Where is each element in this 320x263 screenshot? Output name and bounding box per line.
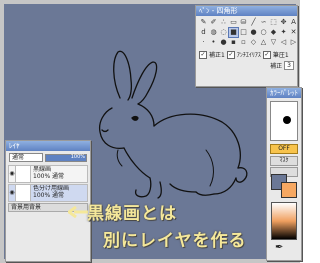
square-pen-tool-icon[interactable]: ■ [228,27,239,38]
eraser-tool-icon[interactable]: ▭ [229,18,238,27]
brush-dot-icon [283,116,291,124]
correction-row: 補正 3 [196,60,297,71]
move-tool-icon[interactable]: ✥ [279,18,288,27]
shape-1-icon[interactable]: ▪ [229,38,238,47]
size-1-icon[interactable]: · [199,38,208,47]
window-frame-left [0,0,4,263]
line-tool-icon[interactable]: ╱ [249,18,258,27]
circle-tool-icon[interactable]: ● [249,28,258,37]
dropper-tool-icon[interactable]: ⅾ [199,28,208,37]
option-3-checkbox[interactable]: ✓ [262,50,271,59]
annotation-line-1: 黒線画とは [87,204,177,224]
layer-panel-title[interactable]: ﾚｲﾔ [6,141,90,151]
mask-button[interactable]: ﾏｽｸ [270,156,298,166]
layer-info: 100% 通常 [33,173,65,180]
blend-mode-select[interactable]: 通常 [9,153,43,162]
tool-panel: ﾍﾟﾝ - 四角形 ✎ ✐ ∴ ▭ ⛁ ╱ ∽ ⬚ ✥ A ⅾ ◍ ◌ ■ □ … [195,5,298,87]
bucket-tool-icon[interactable]: ⛁ [239,18,248,27]
shape-5-icon[interactable]: ▽ [269,38,278,47]
shape-7-icon[interactable]: ▷ [289,38,298,47]
polygon-tool-icon[interactable]: ◆ [269,28,278,37]
layer-item-selected[interactable]: ◉ 色分け用線画 100% 通常 [8,184,88,202]
layer-name: 色分け用線画 [33,185,70,192]
layer-controls: 通常 100% [6,151,90,164]
layer-item[interactable]: ◉ 黒線画 100% 通常 [8,165,88,183]
curve-tool-icon[interactable]: ∽ [259,18,268,27]
eye-icon[interactable]: ◉ [9,185,16,201]
tool-grid: ✎ ✐ ∴ ▭ ⛁ ╱ ∽ ⬚ ✥ A ⅾ ◍ ◌ ■ □ ● ○ ◆ ✦ ✕ … [196,16,297,49]
ellipse-tool-icon[interactable]: ○ [259,28,268,37]
opacity-slider[interactable]: 100% [45,153,87,162]
eye-icon[interactable]: ◉ [9,166,16,182]
shape-6-icon[interactable]: ◁ [279,38,288,47]
tool-panel-title[interactable]: ﾍﾟﾝ - 四角形 [196,6,297,16]
blur-tool-icon[interactable]: ◌ [219,28,228,37]
size-2-icon[interactable]: • [209,38,218,47]
eyedropper-icon[interactable]: ✒ [275,242,283,253]
color-panel: ｶﾗｰﾊﾟﾚｯﾄ OFF ﾏｽｸ ✒ [266,87,302,261]
rect-tool-icon[interactable]: □ [239,28,248,37]
color-gradient-picker[interactable] [271,202,297,240]
layer-thumbnail [16,185,31,201]
brush-tool-icon[interactable]: ✐ [209,18,218,27]
correction-input[interactable]: 3 [284,61,294,70]
layer-panel: ﾚｲﾔ 通常 100% ◉ 黒線画 100% 通常 ◉ 色分け用線画 100% … [5,140,91,262]
background-color-swatch[interactable] [281,182,297,198]
option-2-label: ｱﾝﾁｴｲﾘｱｽ [236,52,261,59]
option-2-checkbox[interactable]: ✓ [226,50,235,59]
size-3-icon[interactable]: ● [219,38,228,47]
tool-options-row: ✓ 補正1 ✓ ｱﾝﾁｴｲﾘｱｽ ✓ 筆圧1 [196,49,297,60]
cross-tool-icon[interactable]: ✕ [289,28,298,37]
airbrush-tool-icon[interactable]: ∴ [219,18,228,27]
brush-preview [270,101,298,141]
select-tool-icon[interactable]: ⬚ [269,18,278,27]
window-frame-top [0,0,300,4]
option-3-label: 筆圧1 [272,52,289,59]
star-tool-icon[interactable]: ✦ [279,28,288,37]
shape-4-icon[interactable]: △ [259,38,268,47]
opacity-value: 100% [70,153,85,160]
shape-3-icon[interactable]: ◇ [249,38,258,47]
off-button[interactable]: OFF [270,144,298,154]
annotation-line-2: 別にレイヤを作る [103,231,247,251]
layer-info: 100% 通常 [33,192,65,199]
color-panel-title[interactable]: ｶﾗｰﾊﾟﾚｯﾄ [267,88,301,98]
text-tool-icon[interactable]: A [289,18,298,27]
shape-2-icon[interactable]: ▫ [239,38,248,47]
option-1-checkbox[interactable]: ✓ [199,50,207,59]
option-1-label: 補正1 [209,52,225,59]
layer-name: 黒線画 [33,166,52,173]
correction-label: 補正 [270,63,283,70]
pencil-tool-icon[interactable]: ✎ [199,18,208,27]
layer-thumbnail [16,166,31,182]
water-tool-icon[interactable]: ◍ [209,28,218,37]
